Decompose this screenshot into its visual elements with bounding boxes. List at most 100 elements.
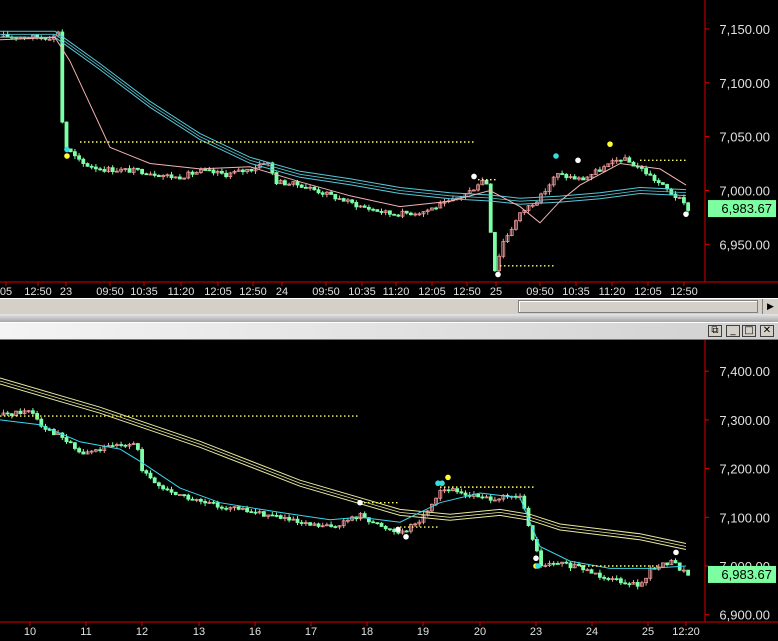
candle-body bbox=[564, 173, 569, 179]
bottom-chart-canvas[interactable]: 7,400.007,300.007,200.007,100.007,000.00… bbox=[0, 340, 778, 641]
candle-body bbox=[81, 451, 86, 455]
x-tick-label: 10 bbox=[24, 626, 36, 638]
candle-body bbox=[203, 169, 208, 171]
candle-body bbox=[484, 179, 489, 185]
candle-body bbox=[682, 197, 686, 204]
candle-body bbox=[60, 31, 65, 123]
candle-body bbox=[219, 170, 224, 174]
candle-body bbox=[371, 208, 376, 211]
x-tick-label: 11 bbox=[80, 626, 91, 638]
signal-dot bbox=[439, 480, 445, 487]
x-tick-label: 11:20 bbox=[168, 286, 195, 298]
candle-body bbox=[640, 166, 644, 169]
x-tick-label: 24 bbox=[586, 626, 598, 638]
signal-dot bbox=[471, 173, 477, 180]
candles bbox=[1, 29, 690, 273]
close-icon[interactable]: ✕ bbox=[760, 325, 774, 337]
candle-body bbox=[144, 173, 149, 176]
candle-body bbox=[392, 213, 397, 216]
candle-body bbox=[329, 524, 334, 527]
signal-dot bbox=[575, 157, 581, 164]
candle-body bbox=[635, 582, 640, 587]
x-tick-label: 09:50 bbox=[96, 286, 124, 298]
candle-body bbox=[379, 522, 384, 527]
maximize-icon[interactable]: □ bbox=[742, 325, 756, 337]
candle-body bbox=[73, 442, 77, 449]
candle-body bbox=[551, 562, 556, 565]
candle-body bbox=[140, 449, 145, 472]
candle-body bbox=[396, 214, 401, 217]
candle-body bbox=[98, 449, 102, 452]
candle-body bbox=[404, 210, 409, 214]
candle-body bbox=[282, 180, 287, 186]
candle-body bbox=[173, 491, 178, 496]
candle-body bbox=[619, 159, 623, 162]
candle-body bbox=[207, 169, 212, 172]
candle-body bbox=[77, 155, 81, 160]
candle-body bbox=[329, 191, 334, 195]
restore-icon[interactable]: ⧉ bbox=[708, 325, 722, 337]
candle-body bbox=[240, 169, 245, 173]
y-tick-label: 6,950.00 bbox=[719, 237, 770, 252]
candle-body bbox=[144, 470, 149, 474]
x-tick-label: 12:50 bbox=[24, 286, 52, 298]
scroll-thumb[interactable] bbox=[518, 300, 758, 313]
minimize-icon[interactable]: _ bbox=[726, 325, 740, 337]
x-tick-label: 23 bbox=[530, 626, 542, 638]
candle-body bbox=[135, 167, 140, 170]
y-tick-label: 7,050.00 bbox=[719, 130, 770, 145]
candle-body bbox=[320, 192, 325, 195]
candle-body bbox=[673, 560, 678, 564]
candle-body bbox=[560, 173, 564, 175]
x-tick-label: 12:50 bbox=[239, 286, 267, 298]
candle-body bbox=[30, 410, 35, 414]
candle-body bbox=[186, 494, 191, 500]
candle-body bbox=[661, 182, 665, 185]
x-tick-label: 12:20 bbox=[672, 626, 700, 638]
candle-body bbox=[110, 445, 115, 447]
candle-body bbox=[219, 506, 224, 509]
horizontal-scrollbar[interactable]: ▶ bbox=[0, 298, 778, 314]
candle-body bbox=[85, 163, 90, 167]
moving-average-band bbox=[0, 383, 687, 550]
candle-body bbox=[362, 513, 367, 519]
x-tick-label: 24 bbox=[276, 286, 288, 298]
last-price-label: 6,983.67 bbox=[721, 567, 772, 582]
candle-body bbox=[165, 488, 170, 491]
candle-body bbox=[253, 511, 258, 514]
candle-body bbox=[362, 205, 367, 208]
signal-dot bbox=[64, 146, 70, 153]
x-tick-label: 12:05 bbox=[634, 286, 662, 298]
y-tick-label: 7,200.00 bbox=[719, 462, 770, 477]
candle-body bbox=[224, 507, 229, 510]
candle-body bbox=[581, 177, 585, 181]
candle-body bbox=[366, 206, 371, 210]
pane-splitter[interactable] bbox=[0, 314, 778, 322]
signal-dot bbox=[535, 563, 541, 569]
bottom-daily-chart[interactable]: 7,400.007,300.007,200.007,100.007,000.00… bbox=[0, 340, 778, 641]
candle-body bbox=[211, 501, 216, 504]
candle-body bbox=[299, 184, 304, 188]
candle-body bbox=[270, 514, 275, 517]
candle-body bbox=[333, 194, 338, 200]
candle-body bbox=[665, 562, 669, 566]
signal-dot bbox=[64, 153, 70, 159]
candle-body bbox=[434, 207, 439, 210]
x-tick-label: 09:50 bbox=[526, 286, 554, 298]
candle-body bbox=[404, 530, 409, 533]
candle-body bbox=[43, 37, 48, 40]
candle-body bbox=[379, 211, 384, 213]
top-chart-canvas[interactable]: 7,150.00 7,100.00 7,050.00 7,000.00 6,950.00… bbox=[0, 0, 778, 298]
candle-body bbox=[476, 493, 481, 498]
x-tick-label: 25 bbox=[490, 286, 502, 298]
candle-body bbox=[123, 444, 128, 447]
top-intraday-chart[interactable]: 7,150.00 7,100.00 7,050.00 7,000.00 6,950.00… bbox=[0, 0, 778, 298]
candle-body bbox=[211, 169, 216, 174]
triangle-right-icon[interactable]: ▶ bbox=[762, 299, 778, 314]
candle-body bbox=[249, 511, 254, 514]
candle-body bbox=[619, 578, 623, 584]
candle-body bbox=[556, 563, 560, 565]
candle-body bbox=[602, 576, 606, 579]
candle-body bbox=[446, 489, 451, 492]
candle-body bbox=[94, 166, 98, 170]
